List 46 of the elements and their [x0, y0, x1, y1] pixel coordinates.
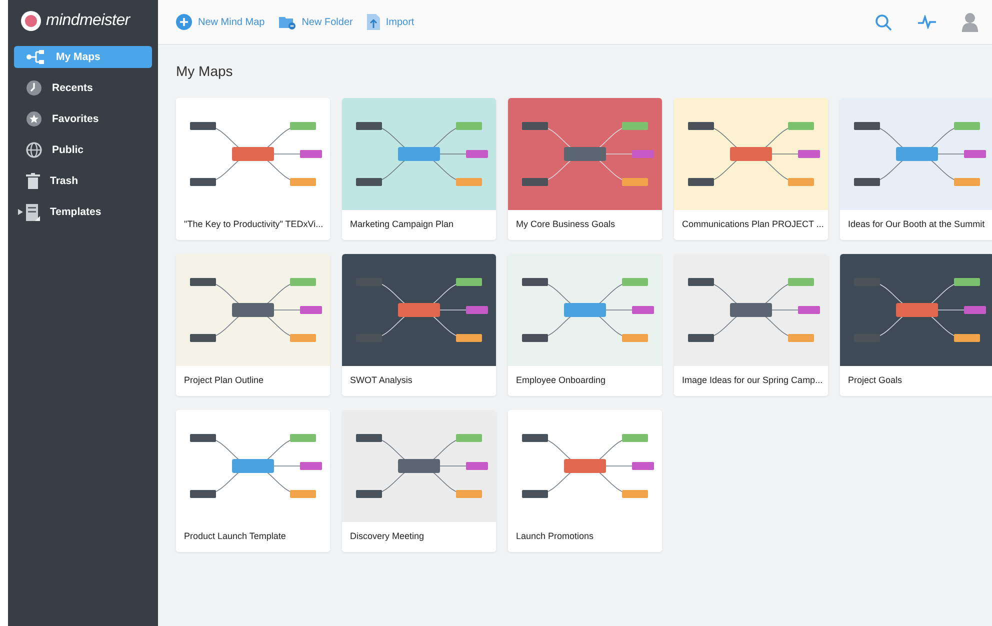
logo-icon [20, 10, 42, 32]
sidebar-item[interactable]: Public [14, 139, 152, 161]
map-title: "The Key to Productivity" TEDxVi... [183, 218, 324, 231]
import-icon [366, 14, 380, 30]
map-title: Marketing Campaign Plan [349, 218, 455, 231]
map-card[interactable]: My Core Business Goals [508, 98, 662, 240]
map-card[interactable]: Employee Onboarding [508, 254, 662, 396]
globe-icon [26, 142, 42, 158]
page-title: My Maps [176, 63, 234, 79]
folder-icon [278, 14, 296, 30]
map-card[interactable]: Marketing Campaign Plan [342, 98, 496, 240]
map-card[interactable]: Project Goals [840, 254, 992, 396]
map-title: Image Ideas for our Spring Camp... [681, 374, 824, 387]
sidebar-item[interactable]: Templates [14, 201, 152, 223]
map-card[interactable]: Image Ideas for our Spring Camp... [674, 254, 828, 396]
logo-text: mindmeister [46, 12, 130, 30]
sitemap-icon [26, 49, 46, 65]
activity-icon[interactable] [918, 15, 936, 29]
sidebar-item[interactable]: Favorites [14, 108, 152, 130]
map-card[interactable]: Project Plan Outline [176, 254, 330, 396]
map-card[interactable]: Discovery Meeting [342, 410, 496, 552]
map-title: Discovery Meeting [349, 530, 426, 543]
map-title: Product Launch Template [183, 530, 287, 543]
template-icon [26, 204, 40, 220]
map-card[interactable]: Communications Plan PROJECT ... [674, 98, 828, 240]
map-card[interactable]: Launch Promotions [508, 410, 662, 552]
map-card[interactable]: "The Key to Productivity" TEDxVi... [176, 98, 330, 240]
map-card[interactable]: SWOT Analysis [342, 254, 496, 396]
map-title: Project Plan Outline [183, 374, 265, 387]
map-card[interactable]: Ideas for Our Booth at the Summit [840, 98, 992, 240]
search-icon[interactable] [875, 14, 892, 30]
map-title: SWOT Analysis [349, 374, 414, 387]
map-title: My Core Business Goals [515, 218, 616, 231]
plus-icon [176, 14, 192, 30]
map-title: Project Goals [847, 374, 904, 387]
trash-icon [26, 173, 40, 189]
map-title: Ideas for Our Booth at the Summit [847, 218, 986, 231]
sidebar-item[interactable]: Trash [14, 170, 152, 192]
expand-arrow-icon[interactable] [18, 209, 23, 215]
user-avatar-icon[interactable] [962, 12, 978, 32]
map-card[interactable]: Product Launch Template [176, 410, 330, 552]
sidebar-item[interactable]: Recents [14, 77, 152, 99]
map-title: Employee Onboarding [515, 374, 607, 387]
map-title: Launch Promotions [515, 530, 595, 543]
clock-icon [26, 80, 42, 96]
map-title: Communications Plan PROJECT ... [681, 218, 825, 231]
